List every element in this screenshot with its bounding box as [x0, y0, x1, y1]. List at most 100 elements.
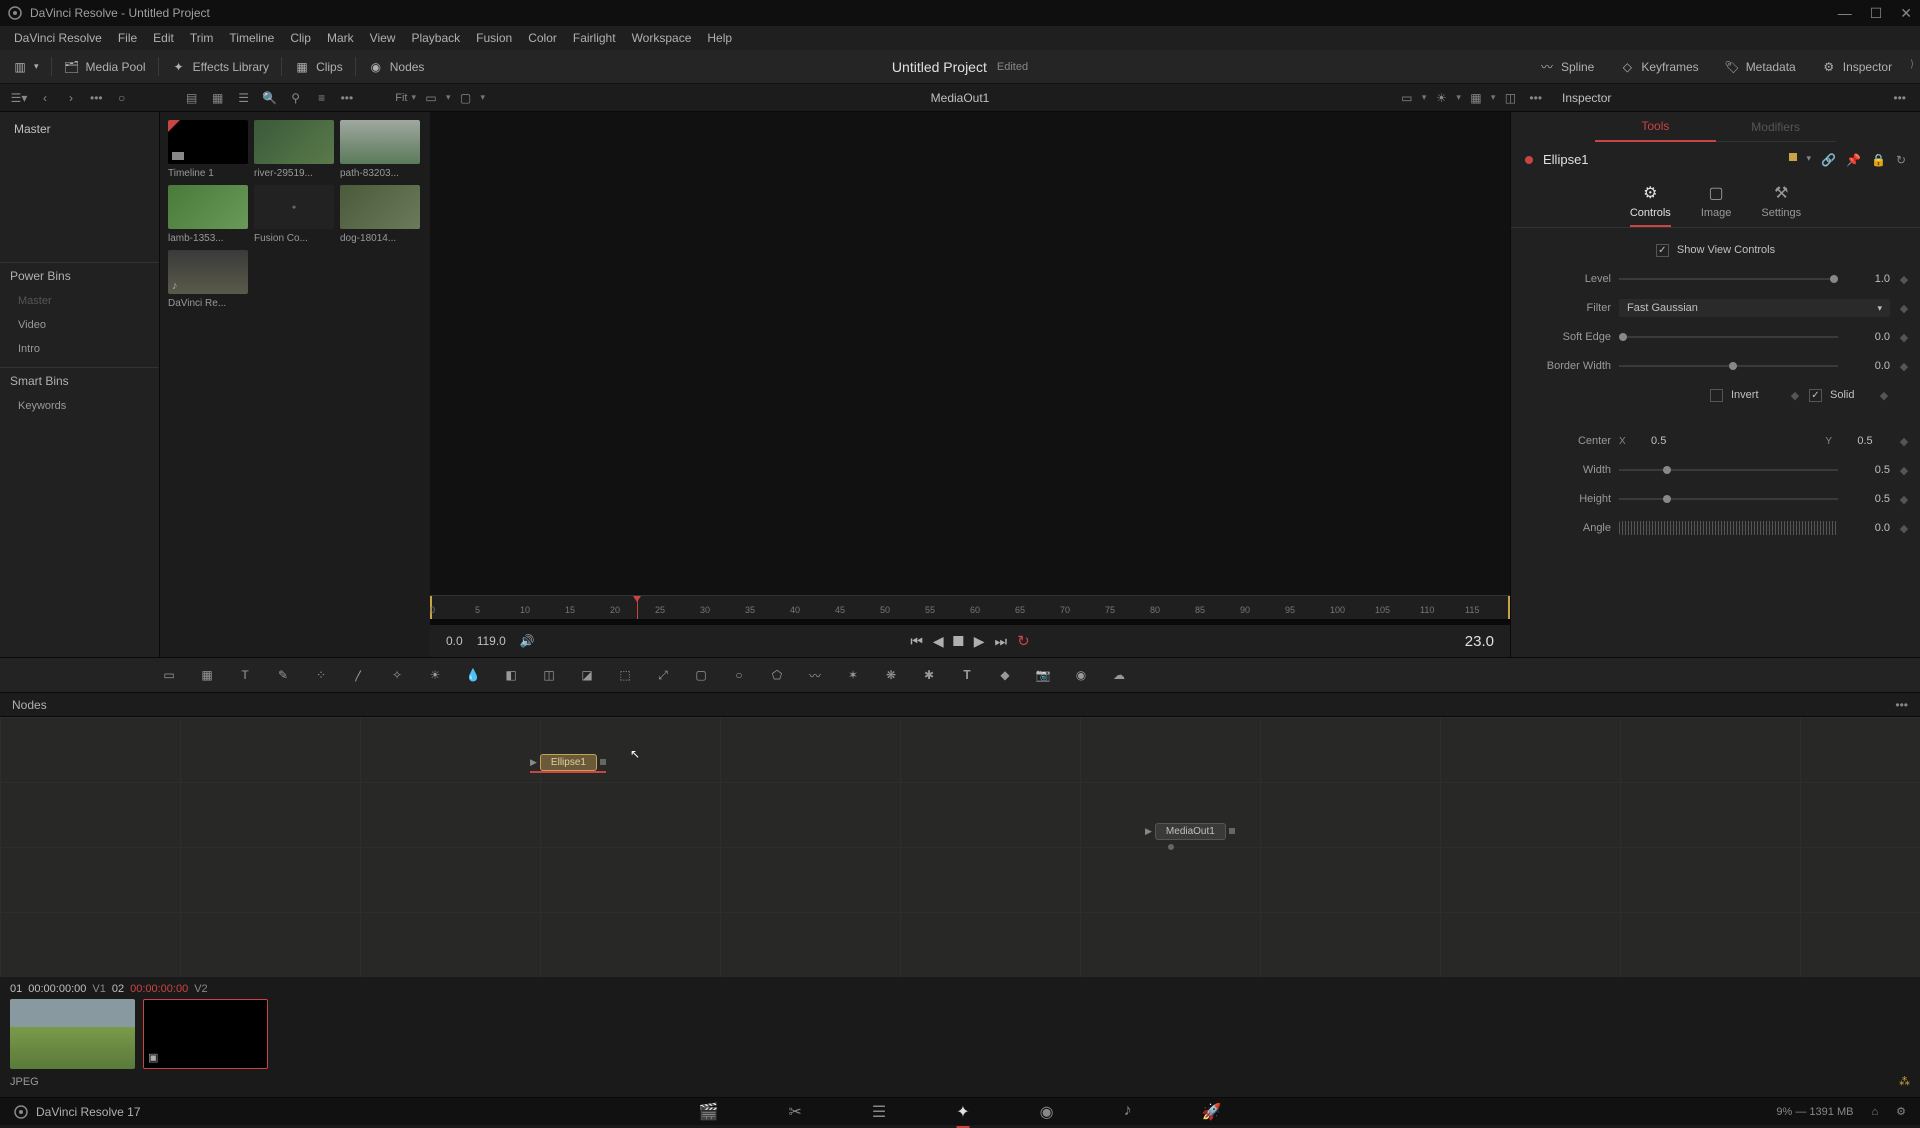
view-thumb-button[interactable]: ▦ — [207, 87, 229, 109]
tool-brush[interactable]: 〳 — [350, 666, 368, 684]
tool-text[interactable]: T — [236, 666, 254, 684]
show-view-checkbox[interactable]: ✓ — [1656, 244, 1669, 257]
center-y-value[interactable]: 0.5 — [1840, 435, 1890, 447]
spline-button[interactable]: 〰Spline — [1527, 59, 1606, 75]
tool-paint[interactable]: ✎ — [274, 666, 292, 684]
media-pool-button[interactable]: 🗂Media Pool — [52, 50, 158, 83]
tool-resize[interactable]: ⤢ — [654, 666, 672, 684]
bin-item-keywords[interactable]: Keywords — [0, 394, 159, 418]
tool-3dtext[interactable]: 𝐓 — [958, 666, 976, 684]
width-value[interactable]: 0.5 — [1846, 464, 1890, 476]
panel-menu-button[interactable]: ☰▾ — [8, 87, 30, 109]
step-back-button[interactable]: ◀ — [933, 633, 944, 650]
page-edit[interactable]: ☰ — [872, 1102, 886, 1122]
media-thumb-lamb[interactable]: lamb-1353... — [168, 185, 248, 244]
filter-keyframe[interactable]: ◆ — [1898, 302, 1910, 315]
tool-blur[interactable]: 💧 — [464, 666, 482, 684]
nav-back-button[interactable]: ‹ — [34, 87, 56, 109]
soft-edge-value[interactable]: 0.0 — [1846, 331, 1890, 343]
view-list-button[interactable]: ☰ — [233, 87, 255, 109]
tool-rectangle[interactable]: ▢ — [692, 666, 710, 684]
gain-button[interactable]: ☀ — [1430, 87, 1452, 109]
menu-mark[interactable]: Mark — [319, 31, 362, 45]
search-button[interactable]: 🔍 — [259, 87, 281, 109]
menu-fusion[interactable]: Fusion — [468, 31, 520, 45]
soft-edge-slider[interactable] — [1619, 336, 1838, 338]
filter-select[interactable]: Fast Gaussian▾ — [1619, 299, 1890, 317]
tab-tools[interactable]: Tools — [1595, 112, 1715, 142]
smart-bins-header[interactable]: Smart Bins — [0, 367, 159, 394]
media-thumb-river[interactable]: river-29519... — [254, 120, 334, 179]
subtab-image[interactable]: ▢Image — [1701, 183, 1732, 227]
tool-transform[interactable]: ⬚ — [616, 666, 634, 684]
audio-icon[interactable]: 🔊 — [520, 634, 535, 648]
node-output-port[interactable] — [1229, 828, 1235, 834]
more-options-icon[interactable]: ••• — [337, 91, 358, 105]
tool-3dlight[interactable]: ◉ — [1072, 666, 1090, 684]
tool-merge[interactable]: ◫ — [540, 666, 558, 684]
menu-fairlight[interactable]: Fairlight — [565, 31, 624, 45]
page-media[interactable]: 🎬 — [699, 1102, 719, 1122]
invert-checkbox[interactable] — [1710, 389, 1723, 402]
stop-button[interactable] — [954, 636, 964, 646]
subtab-settings[interactable]: ⚒Settings — [1761, 183, 1801, 227]
invert-keyframe[interactable]: ◆ — [1789, 389, 1801, 402]
power-bins-header[interactable]: Power Bins — [0, 262, 159, 289]
layout-dropdown[interactable]: ▥▾ — [0, 50, 51, 83]
media-thumb-fusion[interactable]: Fusion Co... — [254, 185, 334, 244]
dual-view-button[interactable]: ◫ — [1499, 87, 1521, 109]
menu-edit[interactable]: Edit — [145, 31, 182, 45]
metadata-button[interactable]: 🏷Metadata — [1712, 59, 1808, 75]
viewer-canvas[interactable] — [430, 112, 1510, 595]
maximize-button[interactable]: ☐ — [1870, 5, 1883, 22]
solid-keyframe[interactable]: ◆ — [1878, 389, 1890, 402]
border-width-value[interactable]: 0.0 — [1846, 360, 1890, 372]
width-slider[interactable] — [1619, 469, 1838, 471]
menu-workspace[interactable]: Workspace — [624, 31, 700, 45]
width-keyframe[interactable]: ◆ — [1898, 464, 1910, 477]
page-fusion[interactable]: ✦ — [956, 1102, 969, 1122]
subtab-controls[interactable]: ⚙Controls — [1630, 183, 1671, 227]
clips-button[interactable]: ▦Clips — [282, 50, 355, 83]
menu-clip[interactable]: Clip — [282, 31, 319, 45]
tool-particle2[interactable]: ❋ — [882, 666, 900, 684]
tool-3dshape[interactable]: ◆ — [996, 666, 1014, 684]
media-thumb-dog[interactable]: dog-18014... — [340, 185, 420, 244]
first-frame-button[interactable]: ⏮ — [910, 633, 923, 650]
options-icon[interactable]: ••• — [86, 91, 107, 105]
filter-button[interactable]: ⚲ — [285, 87, 307, 109]
menu-timeline[interactable]: Timeline — [221, 31, 282, 45]
nav-fwd-button[interactable]: › — [60, 87, 82, 109]
out-point[interactable]: 119.0 — [477, 634, 506, 648]
node-action-link[interactable]: 🔗 — [1821, 153, 1836, 167]
inspector-options-icon[interactable]: ••• — [1889, 91, 1910, 105]
tool-ellipse[interactable]: ○ — [730, 666, 748, 684]
page-fairlight[interactable]: ♪ — [1124, 1102, 1132, 1122]
tool-matte[interactable]: ◪ — [578, 666, 596, 684]
menu-davinci[interactable]: DaVinci Resolve — [6, 31, 110, 45]
version-indicator[interactable] — [1789, 153, 1797, 161]
current-frame[interactable]: 23.0 — [1465, 633, 1494, 650]
level-slider[interactable] — [1619, 278, 1838, 280]
view-mode-1[interactable]: ▭ — [420, 87, 442, 109]
clip-thumb-2[interactable]: ▣ — [143, 999, 268, 1069]
node-sub-port[interactable] — [1168, 844, 1174, 850]
in-point[interactable]: 0.0 — [446, 634, 463, 648]
node-input-icon[interactable]: ▶ — [1145, 826, 1152, 837]
bin-master[interactable]: Master — [0, 112, 159, 146]
inspector-button[interactable]: ⚙Inspector — [1809, 59, 1904, 75]
page-deliver[interactable]: 🚀 — [1202, 1102, 1222, 1122]
clip-thumb-1[interactable] — [10, 999, 135, 1069]
time-ruler[interactable]: 0510152025303540455055606570758085909510… — [430, 595, 1510, 619]
last-frame-button[interactable]: ⏭ — [994, 633, 1007, 650]
quad-view-button[interactable]: ▦ — [1465, 87, 1487, 109]
version-dropdown[interactable]: ▾ — [1807, 153, 1812, 167]
minimize-button[interactable]: — — [1838, 5, 1852, 22]
viewer-options-icon[interactable]: ••• — [1525, 91, 1546, 105]
tool-brightness[interactable]: ☀ — [426, 666, 444, 684]
level-value[interactable]: 1.0 — [1846, 273, 1890, 285]
keyframes-button[interactable]: ◇Keyframes — [1607, 59, 1710, 75]
angle-wheel[interactable] — [1619, 521, 1838, 535]
tool-wand[interactable]: ✧ — [388, 666, 406, 684]
level-keyframe[interactable]: ◆ — [1898, 273, 1910, 286]
